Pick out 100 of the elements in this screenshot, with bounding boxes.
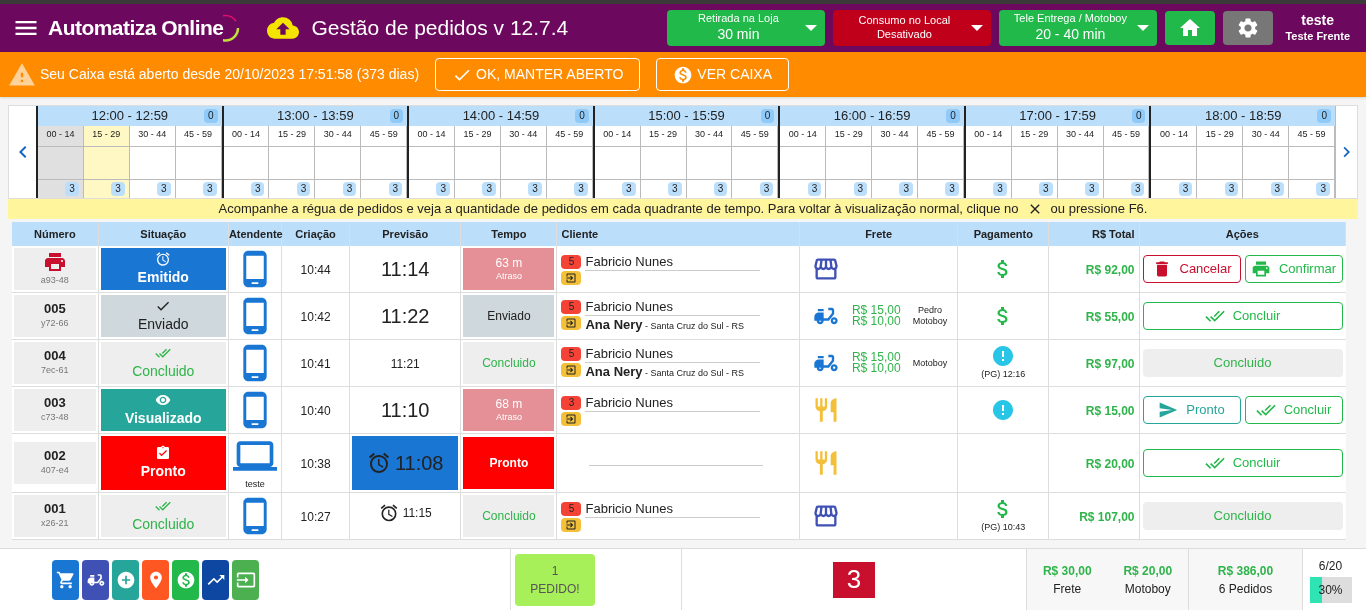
time-quarter-column[interactable]: 15 - 29 3 bbox=[83, 126, 130, 198]
alarm-icon bbox=[378, 502, 399, 523]
quarter-label: 15 - 29 bbox=[1204, 128, 1235, 141]
time-status: Concluido bbox=[463, 342, 555, 384]
time-quarter-column[interactable]: 45 - 59 3 bbox=[175, 126, 222, 198]
time-quarter-column[interactable]: 15 - 29 3 bbox=[640, 126, 687, 198]
time-status: Concluido bbox=[463, 495, 555, 537]
time-quarter-column[interactable]: 45 - 59 3 bbox=[918, 126, 964, 198]
client-name: Fabricio Nunes bbox=[585, 297, 761, 316]
exit-icon bbox=[561, 315, 582, 330]
time-quarter-column[interactable]: 45 - 59 3 bbox=[361, 126, 408, 198]
client-name: Fabricio Nunes bbox=[585, 344, 761, 363]
order-total: R$ 97,00 bbox=[1085, 357, 1135, 371]
time-quarter-column[interactable]: 45 - 59 3 bbox=[546, 126, 593, 198]
column-header: Atendente bbox=[228, 222, 282, 246]
quarter-count-badge: 3 bbox=[713, 182, 728, 196]
quarter-label: 15 - 29 bbox=[462, 128, 493, 141]
hour-header: 14:00 - 14:59 0 bbox=[409, 106, 593, 126]
mode-dropdown[interactable]: Consumo no Local Desativado bbox=[833, 10, 992, 46]
hour-header: 13:00 - 13:59 0 bbox=[223, 106, 408, 126]
payment-note: (PG) 10:43 bbox=[981, 521, 1026, 535]
quarter-label: 30 - 44 bbox=[1250, 128, 1281, 141]
time-quarter-column[interactable]: 45 - 59 3 bbox=[1289, 126, 1336, 198]
time-quarter-column[interactable]: 30 - 44 3 bbox=[129, 126, 176, 198]
forecast-time: 11:15 bbox=[378, 502, 432, 523]
tool-button[interactable] bbox=[202, 559, 229, 600]
order-total: R$ 92,00 bbox=[1085, 263, 1135, 277]
tool-button[interactable] bbox=[82, 559, 109, 600]
driver-label: Motoboy bbox=[912, 316, 948, 327]
status-badge: Concluido bbox=[100, 342, 226, 384]
quarter-count-badge: 3 bbox=[993, 182, 1007, 196]
status-icon bbox=[155, 444, 172, 461]
column-header: Previsão bbox=[349, 222, 461, 246]
cart-icon bbox=[55, 569, 76, 590]
send-icon bbox=[1158, 400, 1179, 420]
quarter-label: 30 - 44 bbox=[322, 128, 353, 141]
time-quarter-column[interactable]: 30 - 44 3 bbox=[1057, 126, 1104, 198]
time-quarter-column[interactable]: 45 - 59 3 bbox=[732, 126, 779, 198]
client-name: Ana Nery - Santa Cruz do Sul - RS bbox=[585, 315, 746, 334]
home-button[interactable] bbox=[1165, 11, 1216, 45]
quarter-count-badge: 3 bbox=[807, 182, 822, 196]
status-badge: Emitido bbox=[100, 248, 226, 290]
quarter-count-badge: 3 bbox=[574, 182, 588, 196]
exit-icon bbox=[561, 362, 582, 377]
time-quarter-column[interactable]: 30 - 44 3 bbox=[872, 126, 918, 198]
time-quarter-column[interactable]: 00 - 14 3 bbox=[1151, 126, 1198, 198]
order-count-badge: 3 bbox=[561, 396, 582, 410]
time-quarter-column[interactable]: 30 - 44 3 bbox=[500, 126, 547, 198]
client-name: Fabricio Nunes bbox=[585, 500, 761, 518]
created-time: 10:38 bbox=[300, 457, 331, 471]
time-quarter-column[interactable]: 00 - 14 3 bbox=[594, 126, 641, 198]
time-quarter-column[interactable]: 30 - 44 3 bbox=[1243, 126, 1290, 198]
freight-price: R$ 10,00 bbox=[851, 363, 901, 374]
delay-badge: 68 m Atraso bbox=[463, 389, 555, 431]
fee-label: Motoboy bbox=[1124, 580, 1171, 598]
quarter-label: 15 - 29 bbox=[1019, 128, 1050, 141]
column-header: Tempo bbox=[460, 222, 557, 246]
quarter-label: 45 - 59 bbox=[925, 128, 956, 141]
quarter-label: 00 - 14 bbox=[45, 128, 76, 141]
quarter-count-badge: 3 bbox=[528, 182, 542, 196]
time-quarter-column[interactable]: 15 - 29 3 bbox=[1197, 126, 1244, 198]
freight-price: R$ 10,00 bbox=[851, 316, 901, 327]
time-quarter-column[interactable]: 15 - 29 3 bbox=[269, 126, 316, 198]
plus-icon bbox=[115, 569, 136, 590]
pending-orders-box[interactable]: 1 PEDIDO! bbox=[515, 553, 595, 606]
forecast-time: 11:10 bbox=[380, 399, 430, 421]
concluded-label: Concluido bbox=[1142, 502, 1343, 530]
forecast-time: 11:21 bbox=[390, 357, 420, 371]
time-quarter-column[interactable]: 30 - 44 3 bbox=[686, 126, 733, 198]
tool-button[interactable] bbox=[52, 559, 79, 600]
hour-count-badge: 0 bbox=[760, 109, 775, 123]
quarter-label: 00 - 14 bbox=[1158, 128, 1189, 141]
time-quarter-column[interactable]: 00 - 14 3 bbox=[38, 126, 84, 198]
time-quarter-column[interactable]: 00 - 14 3 bbox=[780, 126, 827, 198]
time-quarter-column[interactable]: 00 - 14 3 bbox=[965, 126, 1012, 198]
created-time: 10:44 bbox=[300, 263, 331, 277]
cancel-button[interactable]: Cancelar bbox=[1142, 255, 1241, 283]
quarter-count-badge: 3 bbox=[622, 182, 636, 196]
hour-header: 17:00 - 17:59 0 bbox=[965, 106, 1150, 126]
time-quarter-column[interactable]: 00 - 14 3 bbox=[223, 126, 270, 198]
time-quarter-column[interactable]: 30 - 44 3 bbox=[315, 126, 362, 198]
attendant-name: teste bbox=[245, 478, 265, 492]
quarter-count-badge: 3 bbox=[759, 182, 774, 196]
settings-button[interactable] bbox=[1223, 11, 1274, 45]
status-badge: Visualizado bbox=[100, 389, 226, 431]
delay-badge: 63 m Atraso bbox=[463, 248, 555, 290]
time-quarter-column[interactable]: 15 - 29 3 bbox=[455, 126, 501, 198]
time-quarter-column[interactable]: 15 - 29 3 bbox=[826, 126, 873, 198]
time-quarter-column[interactable]: 15 - 29 3 bbox=[1011, 126, 1058, 198]
order-total: R$ 55,00 bbox=[1085, 310, 1135, 324]
hour-count-badge: 0 bbox=[1317, 109, 1332, 123]
quarter-count-badge: 3 bbox=[111, 182, 125, 196]
time-quarter-column[interactable]: 00 - 14 3 bbox=[409, 126, 456, 198]
client-name: Ana Nery - Santa Cruz do Sul - RS bbox=[585, 362, 746, 381]
caret-icon bbox=[1137, 25, 1150, 31]
exclamation-icon bbox=[991, 398, 1016, 422]
hour-count-badge: 0 bbox=[946, 109, 960, 123]
time-quarter-column[interactable]: 45 - 59 3 bbox=[1103, 126, 1150, 198]
forecast-time: 11:14 bbox=[380, 258, 430, 280]
column-header: Cliente bbox=[557, 222, 800, 246]
